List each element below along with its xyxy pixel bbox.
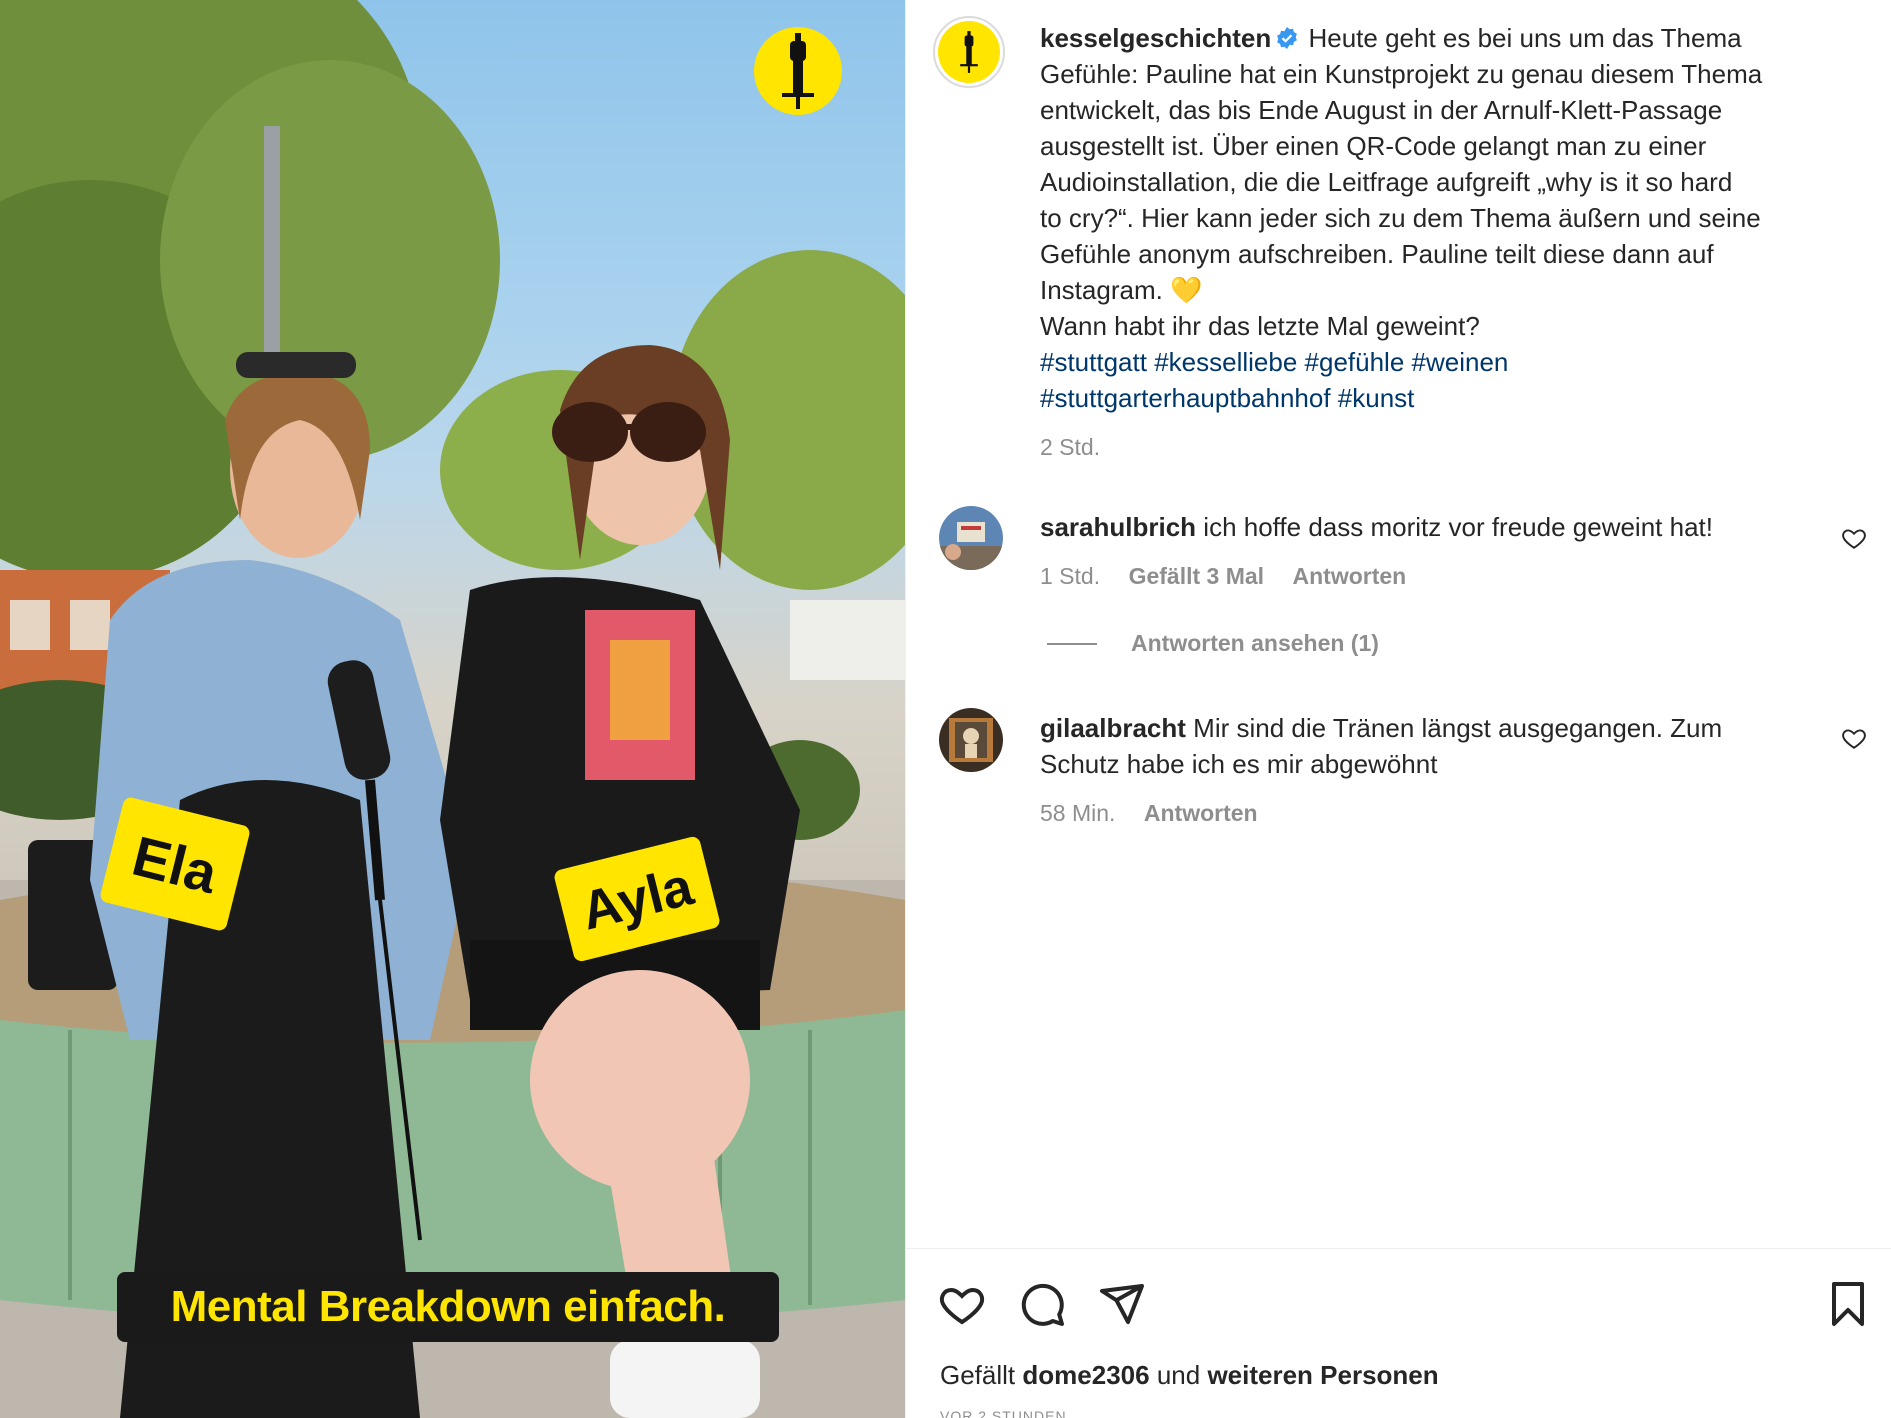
comment-meta-row: 58 Min. Antworten <box>1040 800 1258 827</box>
caption-line: Wann habt ihr das letzte Mal geweint? <box>1040 311 1480 341</box>
hashtag-link[interactable]: #stuttgatt <box>1040 347 1147 377</box>
caption-line: Audioinstallation, die die Leitfrage auf… <box>1040 167 1733 197</box>
view-replies-label: Antworten ansehen (1) <box>1131 630 1379 656</box>
comment-meta-row: 1 Std. Gefällt 3 Mal Antworten <box>1040 563 1406 590</box>
post-side-panel: kesselgeschichten Heute geht es bei uns … <box>905 0 1891 1418</box>
caption-line: Gefühle anonym aufschreiben. Pauline tei… <box>1040 239 1714 269</box>
comment-username[interactable]: gilaalbracht <box>1040 713 1186 743</box>
liker-username[interactable]: dome2306 <box>1022 1360 1149 1390</box>
hashtag-link[interactable]: #stuttgarterhauptbahnhof <box>1040 383 1331 413</box>
author-username[interactable]: kesselgeschichten <box>1040 23 1271 53</box>
caption-line: Instagram. 💛 <box>1040 275 1203 305</box>
commenter-avatar[interactable] <box>939 506 1003 570</box>
comment-username[interactable]: sarahulbrich <box>1040 512 1196 542</box>
video-frame <box>0 0 905 1418</box>
likes-mid: und <box>1156 1360 1201 1390</box>
tower-logo-icon <box>960 31 978 73</box>
verified-badge-icon <box>1277 27 1298 49</box>
hashtag-link[interactable]: #kunst <box>1338 383 1415 413</box>
video-subtitle: Mental Breakdown einfach. <box>117 1272 779 1342</box>
replies-divider <box>1047 642 1097 645</box>
caption-line: to cry?“. Hier kann jeder sich zu dem Th… <box>1040 203 1761 233</box>
heart-icon[interactable] <box>1841 525 1867 551</box>
comment-item: gilaalbracht Mir sind die Tränen längst … <box>1040 710 1820 782</box>
hashtag-link[interactable]: #weinen <box>1412 347 1509 377</box>
bookmark-icon[interactable] <box>1824 1280 1872 1328</box>
caption-line: entwickelt, das bis Ende August in der A… <box>1040 95 1723 125</box>
reply-button[interactable]: Antworten <box>1144 800 1258 826</box>
comment-text: ich hoffe dass moritz vor freude geweint… <box>1203 512 1713 542</box>
post-date: VOR 2 STUNDEN <box>940 1408 1067 1418</box>
hashtag-link[interactable]: #kesselliebe <box>1154 347 1297 377</box>
like-heart-icon[interactable] <box>938 1280 986 1328</box>
commenter-avatar[interactable] <box>939 708 1003 772</box>
share-icon[interactable] <box>1098 1280 1146 1328</box>
reply-button[interactable]: Antworten <box>1293 563 1407 589</box>
post-media[interactable]: Ela Ayla Mental Breakdown einfach. <box>0 0 905 1418</box>
caption-line: Heute geht es bei uns um das Thema <box>1308 23 1742 53</box>
hashtag-row: #stuttgarterhauptbahnhof #kunst <box>1040 380 1860 416</box>
view-replies-button[interactable]: Antworten ansehen (1) <box>1047 630 1379 657</box>
comment-item: sarahulbrich ich hoffe dass moritz vor f… <box>1040 509 1820 545</box>
post-caption: kesselgeschichten Heute geht es bei uns … <box>1040 20 1860 465</box>
hashtag-link[interactable]: #gefühle <box>1305 347 1405 377</box>
caption-line: ausgestellt ist. Über einen QR-Code gela… <box>1040 131 1707 161</box>
kesselgeschichten-logo <box>754 27 842 115</box>
likes-others-link[interactable]: weiteren Personen <box>1207 1360 1438 1390</box>
caption-line: Gefühle: Pauline hat ein Kunstprojekt zu… <box>1040 59 1763 89</box>
tower-logo-icon <box>782 33 814 109</box>
actions-divider <box>906 1248 1891 1249</box>
comment-time[interactable]: 1 Std. <box>1040 563 1100 589</box>
heart-icon[interactable] <box>1841 725 1867 751</box>
post-timestamp[interactable]: 2 Std. <box>1040 434 1100 460</box>
comment-likes[interactable]: Gefällt 3 Mal <box>1129 563 1264 589</box>
likes-summary: Gefällt dome2306 und weiteren Personen <box>940 1360 1439 1391</box>
hashtag-row: #stuttgatt #kesselliebe #gefühle #weinen <box>1040 344 1860 380</box>
comment-text: Mir sind die Tränen längst ausgegangen. … <box>1193 713 1723 743</box>
author-avatar[interactable] <box>933 16 1005 88</box>
comment-text: Schutz habe ich es mir abgewöhnt <box>1040 749 1438 779</box>
comment-icon[interactable] <box>1018 1280 1066 1328</box>
likes-prefix: Gefällt <box>940 1360 1016 1390</box>
comment-time[interactable]: 58 Min. <box>1040 800 1115 826</box>
